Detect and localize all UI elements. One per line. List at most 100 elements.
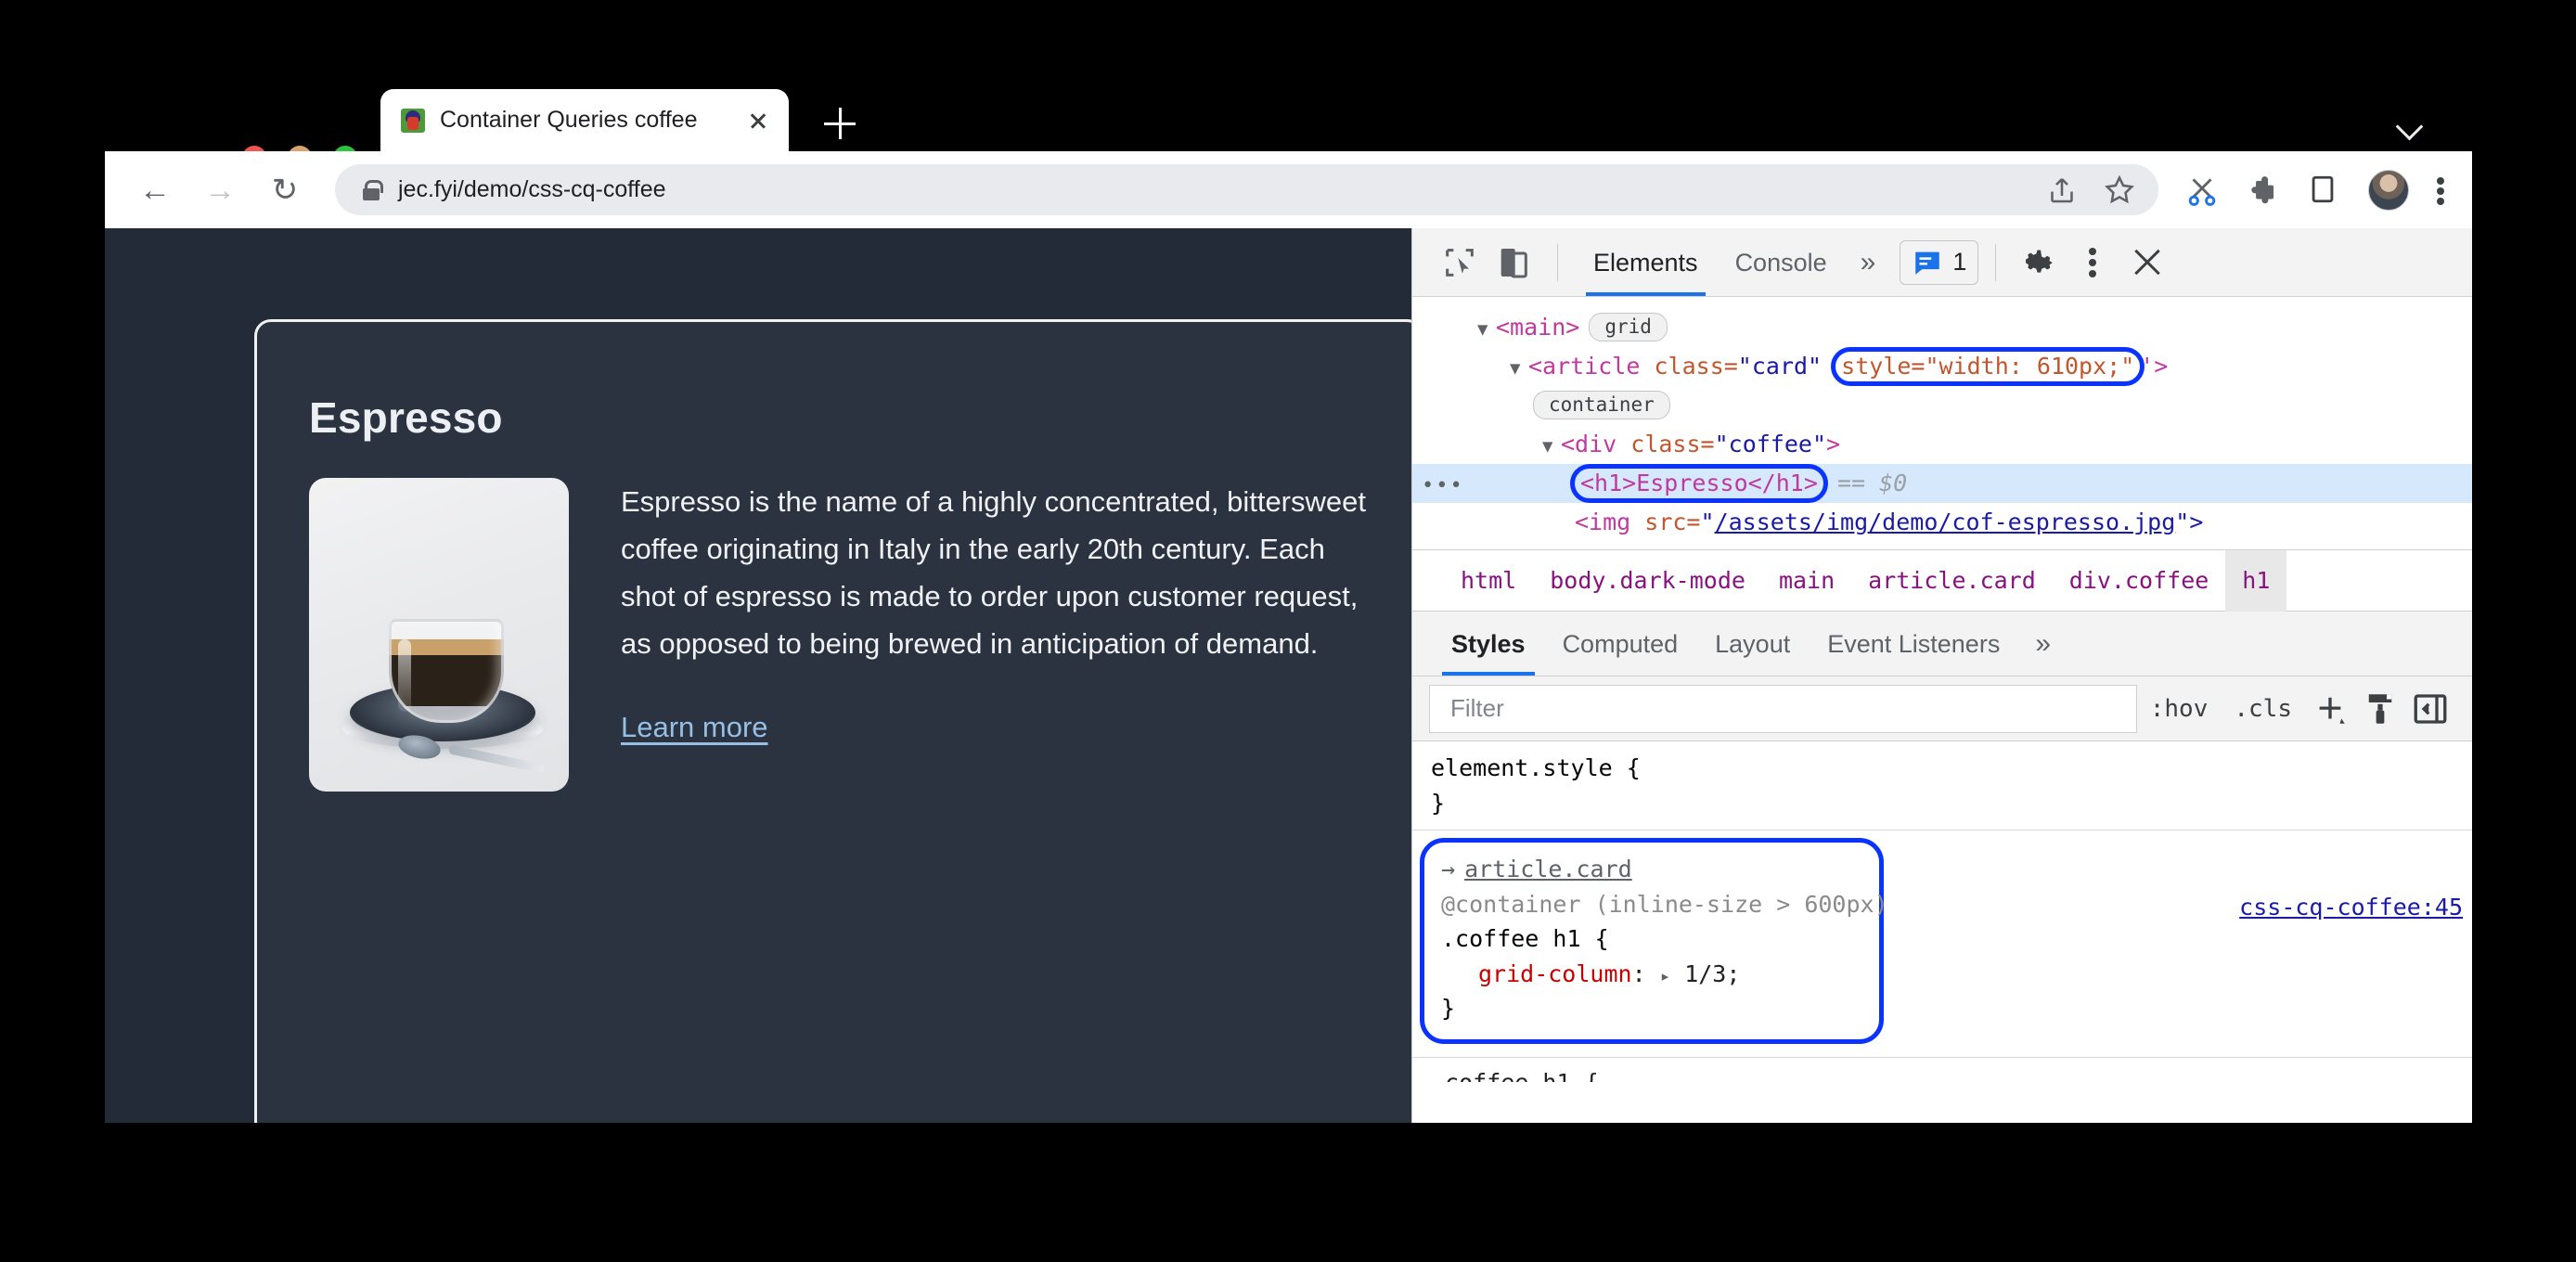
dom-row-article[interactable]: ▼ <article class="card" style="width: 610… [1412,347,2472,386]
breadcrumb-item-body[interactable]: body.dark-mode [1533,550,1762,612]
browser-tab[interactable]: Container Queries coffee [380,89,789,151]
extensions-puzzle-icon[interactable] [2246,174,2279,207]
more-styles-tabs-icon[interactable]: » [2018,628,2067,660]
coffee-text: Espresso is the name of a highly concent… [621,478,1369,792]
dom-tag-article-close: '> [2140,353,2169,380]
card-title: Espresso [309,393,503,442]
dom-attr-class-value: "card" [1737,353,1823,380]
coffee-card: Espresso Espresso is the name of a highl… [254,319,1411,1123]
scissors-icon[interactable] [2184,174,2218,207]
breadcrumb: html body.dark-mode main article.card di… [1412,549,2472,612]
row-overflow-dots[interactable]: ••• [1422,473,1464,499]
close-devtools-button[interactable] [2120,236,2174,290]
dom-row-container-badge[interactable]: container [1412,386,2472,425]
address-bar[interactable]: jec.fyi/demo/css-cq-coffee [335,164,2158,215]
side-panel-icon[interactable] [2307,174,2340,207]
inherited-selector[interactable]: article.card [1464,856,1632,882]
issues-message-icon [1915,251,1940,275]
tab-styles[interactable]: Styles [1433,612,1544,676]
dom-tag-img-close: "> [2175,509,2204,535]
breadcrumb-item-main[interactable]: main [1762,550,1851,612]
dom-attr-class: class= [1654,353,1738,380]
rule-selector[interactable]: .coffee h1 { [1441,921,1862,957]
arrow-right-icon: → [204,172,236,208]
expand-triangle-icon[interactable]: ▼ [1477,318,1496,341]
dom-row-main[interactable]: ▼ <main> grid [1412,308,2472,347]
content-area: Espresso Espresso is the name of a highl… [105,228,2472,1123]
breadcrumb-item-h1[interactable]: h1 [2225,549,2287,612]
toggle-sidebar-icon[interactable] [2411,689,2450,728]
tab-computed[interactable]: Computed [1544,612,1697,676]
reload-button[interactable]: ↻ [261,166,309,214]
expand-triangle-icon[interactable]: ▼ [1510,357,1528,380]
card-description: Espresso is the name of a highly concent… [621,485,1366,661]
dom-attr-class: class= [1630,431,1715,457]
at-container-rule: @container (inline-size > 600px) [1441,890,1888,918]
devtools-panel: Elements Console » 1 ▼ <main> grid ▼ <ar… [1411,228,2472,1123]
dom-tag-div: <div [1561,431,1617,457]
property-name[interactable]: grid-column [1478,960,1632,987]
container-badge[interactable]: container [1533,391,1670,419]
gear-icon[interactable] [2013,236,2067,290]
rule-close-brace: } [1441,995,1456,1022]
rule-container-query[interactable]: → article.card @container (inline-size > … [1420,838,1888,1044]
browser-menu-button[interactable] [2437,170,2446,211]
dom-row-img[interactable]: <img src="/assets/img/demo/cof-espresso.… [1412,503,2472,542]
tab-elements[interactable]: Elements [1575,229,1717,296]
lock-icon[interactable] [363,179,383,200]
declaration-grid-column[interactable]: grid-column: ▸ 1/3; [1441,957,1862,992]
breadcrumb-item-div[interactable]: div.coffee [2053,550,2226,612]
paintbrush-icon[interactable] [2361,689,2400,728]
penguin-favicon [401,108,425,133]
dom-tag-article: <article [1528,353,1641,380]
inspect-element-icon[interactable] [1433,236,1487,290]
property-value[interactable]: 1/3; [1684,960,1740,987]
dom-eq-sign: == [1836,470,1866,496]
issues-badge[interactable]: 1 [1900,239,1979,285]
share-icon[interactable] [2045,174,2079,207]
filter-input[interactable]: Filter [1429,684,2137,733]
url-text: jec.fyi/demo/css-cq-coffee [398,176,666,202]
back-button[interactable]: ← [131,166,179,214]
tab-title: Container Queries coffee [440,107,698,133]
devtools-menu-button[interactable] [2067,236,2120,290]
arrow-left-icon: ← [139,172,171,208]
dom-row-div-coffee[interactable]: ▼ <div class="coffee"> [1412,425,2472,464]
dom-console-var: $0 [1879,470,1908,496]
tab-console[interactable]: Console [1717,229,1846,296]
avatar[interactable] [2368,169,2409,211]
browser-window: Container Queries coffee ← → ↻ jec.fyi/d… [105,72,2472,1123]
element-style-selector: element.style { [1431,754,1641,781]
hov-toggle[interactable]: :hov [2137,695,2222,723]
inherit-arrow-icon: → [1441,856,1456,882]
grid-badge[interactable]: grid [1589,313,1668,341]
dom-tag-div-close: > [1826,431,1841,457]
close-icon[interactable] [742,105,774,136]
filter-placeholder: Filter [1450,694,1504,722]
bookmark-star-icon[interactable] [2103,174,2136,207]
learn-more-link[interactable]: Learn more [621,711,768,744]
dom-row-h1-selected[interactable]: ••• <h1>Espresso</h1> == $0 [1412,464,2472,503]
expand-property-icon[interactable]: ▸ [1660,966,1670,986]
styles-filter-row: Filter :hov .cls [1412,676,2472,741]
breadcrumb-item-article[interactable]: article.card [1851,550,2053,612]
rule-partially-visible[interactable]: .coffee h1 { [1412,1058,2472,1082]
dom-attr-src-value[interactable]: /assets/img/demo/cof-espresso.jpg [1715,509,2176,535]
tab-event-listeners[interactable]: Event Listeners [1809,612,2018,676]
breadcrumb-item-html[interactable]: html [1444,550,1533,612]
highlighted-h1-node[interactable]: <h1>Espresso</h1> [1570,464,1828,503]
highlighted-style-attribute[interactable]: style="width: 610px;" [1831,347,2145,386]
expand-triangle-icon[interactable]: ▼ [1542,435,1561,457]
more-tabs-icon[interactable]: » [1846,247,1891,278]
forward-button[interactable]: → [196,166,244,214]
tab-layout[interactable]: Layout [1696,612,1809,676]
cls-toggle[interactable]: .cls [2221,695,2305,723]
chevron-down-icon[interactable] [2396,109,2424,137]
browser-toolbar: ← → ↻ jec.fyi/demo/css-cq-coffee [105,151,2472,228]
new-tab-button[interactable] [824,108,856,139]
rule-element-style[interactable]: element.style { } [1412,741,2472,831]
new-style-rule-button[interactable] [2311,689,2350,728]
device-toolbar-icon[interactable] [1487,236,1540,290]
stylesheet-origin-link[interactable]: css-cq-coffee:45 [2239,892,2463,923]
inherited-from-line: → article.card [1441,852,1862,887]
